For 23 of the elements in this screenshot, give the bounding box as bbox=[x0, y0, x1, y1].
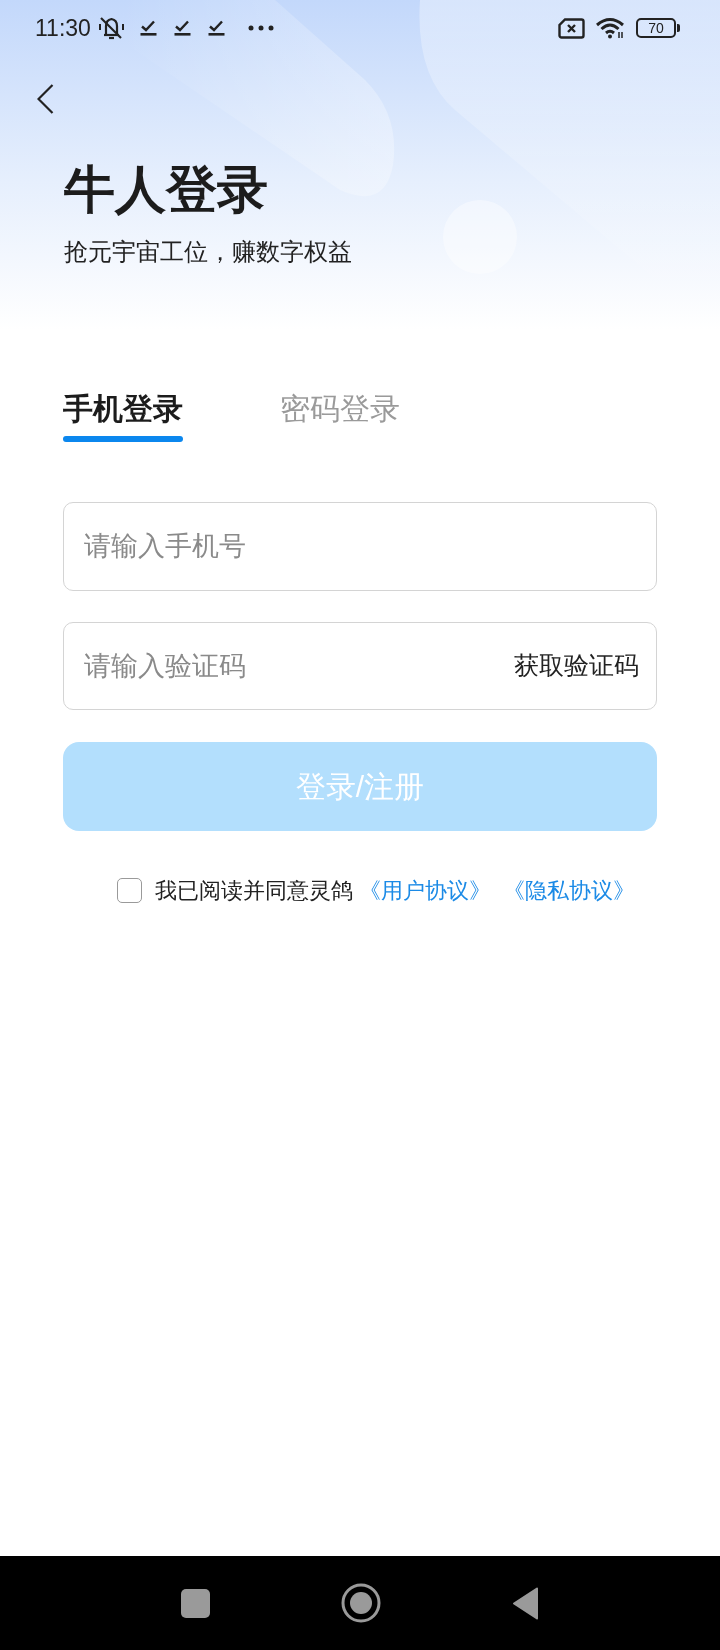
phone-field[interactable]: 请输入手机号 bbox=[63, 502, 657, 591]
battery-percent: 70 bbox=[648, 21, 664, 35]
page-subtitle: 抢元宇宙工位，赚数字权益 bbox=[64, 240, 352, 264]
done-tick-icon bbox=[139, 20, 157, 36]
wifi-icon bbox=[595, 17, 625, 39]
sim-card-x-icon bbox=[558, 17, 585, 39]
get-code-button[interactable]: 获取验证码 bbox=[514, 653, 639, 678]
agreement-checkbox[interactable] bbox=[117, 878, 142, 903]
login-tab[interactable]: 密码登录 bbox=[280, 394, 400, 442]
login-tab[interactable]: 手机登录 bbox=[63, 394, 183, 442]
done-tick-icon bbox=[207, 20, 225, 36]
done-tick-icon bbox=[173, 20, 191, 36]
status-time: 11:30 bbox=[35, 16, 91, 40]
page-title: 牛人登录 bbox=[64, 164, 268, 215]
agreement-link[interactable]: 《隐私协议》 bbox=[503, 879, 635, 902]
back-icon[interactable] bbox=[37, 84, 54, 114]
home-circle-icon[interactable] bbox=[341, 1583, 381, 1623]
agreement-text: 我已阅读并同意灵鸽 bbox=[155, 879, 353, 902]
back-triangle-icon[interactable] bbox=[512, 1586, 539, 1620]
square-icon[interactable] bbox=[181, 1588, 210, 1618]
more-dots-icon bbox=[247, 25, 274, 31]
muted-bell-icon bbox=[96, 15, 126, 41]
agreement-link[interactable]: 《用户协议》 bbox=[359, 879, 491, 902]
